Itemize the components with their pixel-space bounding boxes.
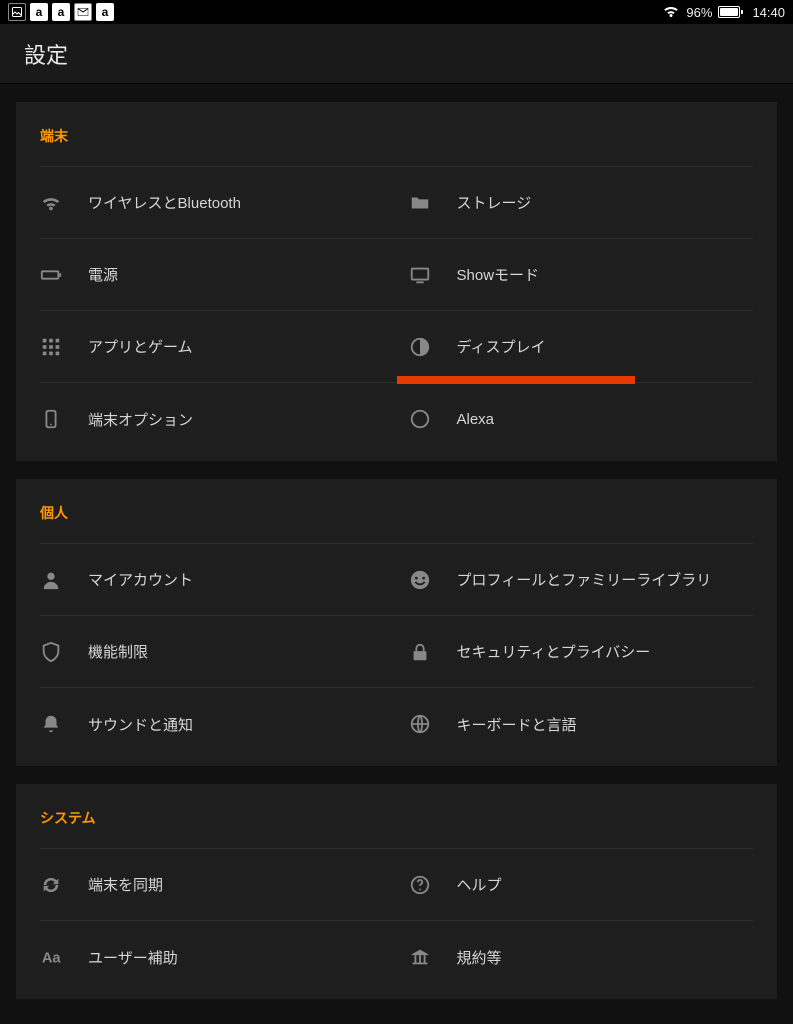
settings-section: 個人マイアカウント プロフィールとファミリーライブラリ機能制限 セキュリティとプライ…	[16, 479, 777, 766]
settings-item-label: 規約等	[457, 947, 502, 968]
settings-item-label: Showモード	[457, 264, 540, 285]
bell-icon	[40, 713, 88, 735]
tablet-icon	[40, 408, 88, 430]
clock: 14:40	[752, 5, 785, 20]
settings-item-label: キーボードと言語	[457, 714, 577, 735]
settings-item-label: ヘルプ	[457, 874, 502, 895]
settings-item-label: プロフィールとファミリーライブラリ	[457, 569, 712, 590]
settings-item[interactable]: アプリとゲーム	[40, 311, 397, 383]
settings-item[interactable]: Alexa	[397, 383, 754, 455]
wifi-icon	[40, 192, 88, 214]
settings-item-label: 端末を同期	[88, 874, 163, 895]
settings-item-label: ワイヤレスとBluetooth	[88, 192, 241, 213]
section-header: 個人	[40, 503, 753, 544]
picture-icon	[8, 3, 26, 21]
battery-icon	[718, 6, 740, 18]
settings-item-label: 機能制限	[88, 641, 148, 662]
person-icon	[40, 569, 88, 591]
apps-icon	[40, 336, 88, 358]
settings-item[interactable]: プロフィールとファミリーライブラリ	[397, 544, 754, 616]
battery-icon	[40, 264, 88, 286]
settings-section: 端末ワイヤレスとBluetooth ストレージ電源 Showモードアプリとゲーム ディ…	[16, 102, 777, 461]
page-title: 設定	[24, 38, 68, 70]
battery-percent: 96%	[686, 5, 712, 20]
monitor-icon	[409, 264, 457, 286]
settings-item[interactable]: サウンドと通知	[40, 688, 397, 760]
settings-item-label: マイアカウント	[88, 569, 193, 590]
amazon-app-icon: a	[52, 3, 70, 21]
folder-icon	[409, 192, 457, 214]
settings-item[interactable]: 規約等	[397, 921, 754, 993]
settings-item-label: セキュリティとプライバシー	[457, 641, 651, 662]
settings-item[interactable]: キーボードと言語	[397, 688, 754, 760]
settings-item[interactable]: 端末を同期	[40, 849, 397, 921]
settings-item[interactable]: ディスプレイ	[397, 311, 754, 383]
settings-item-label: アプリとゲーム	[88, 336, 193, 357]
status-bar: a a a 96% 14:40	[0, 0, 793, 24]
settings-section: システム端末を同期 ヘルプユーザー補助 規約等	[16, 784, 777, 999]
section-header: 端末	[40, 126, 753, 167]
settings-item[interactable]: マイアカウント	[40, 544, 397, 616]
sync-icon	[40, 874, 88, 896]
mail-icon	[74, 3, 92, 21]
globe-icon	[409, 713, 457, 735]
settings-item[interactable]: ヘルプ	[397, 849, 754, 921]
settings-item-label: Alexa	[457, 411, 495, 428]
text-icon	[40, 946, 88, 968]
settings-item[interactable]: ユーザー補助	[40, 921, 397, 993]
help-icon	[409, 874, 457, 896]
section-header: システム	[40, 808, 753, 849]
app-bar: 設定	[0, 24, 793, 84]
settings-item-label: ストレージ	[457, 192, 532, 213]
settings-item[interactable]: 機能制限	[40, 616, 397, 688]
lock-icon	[409, 641, 457, 663]
settings-item[interactable]: 端末オプション	[40, 383, 397, 455]
settings-item[interactable]: 電源	[40, 239, 397, 311]
settings-item-label: ディスプレイ	[457, 336, 546, 357]
contrast-icon	[409, 336, 457, 358]
alexa-icon	[409, 408, 457, 430]
settings-item-label: ユーザー補助	[88, 947, 178, 968]
smiley-icon	[409, 569, 457, 591]
amazon-app-icon: a	[96, 3, 114, 21]
settings-item[interactable]: Showモード	[397, 239, 754, 311]
settings-item[interactable]: ワイヤレスとBluetooth	[40, 167, 397, 239]
legal-icon	[409, 946, 457, 968]
settings-item[interactable]: ストレージ	[397, 167, 754, 239]
settings-item[interactable]: セキュリティとプライバシー	[397, 616, 754, 688]
wifi-icon	[662, 2, 680, 23]
shield-icon	[40, 641, 88, 663]
settings-item-label: サウンドと通知	[88, 714, 193, 735]
settings-item-label: 端末オプション	[88, 409, 193, 430]
settings-item-label: 電源	[88, 264, 118, 285]
amazon-app-icon: a	[30, 3, 48, 21]
